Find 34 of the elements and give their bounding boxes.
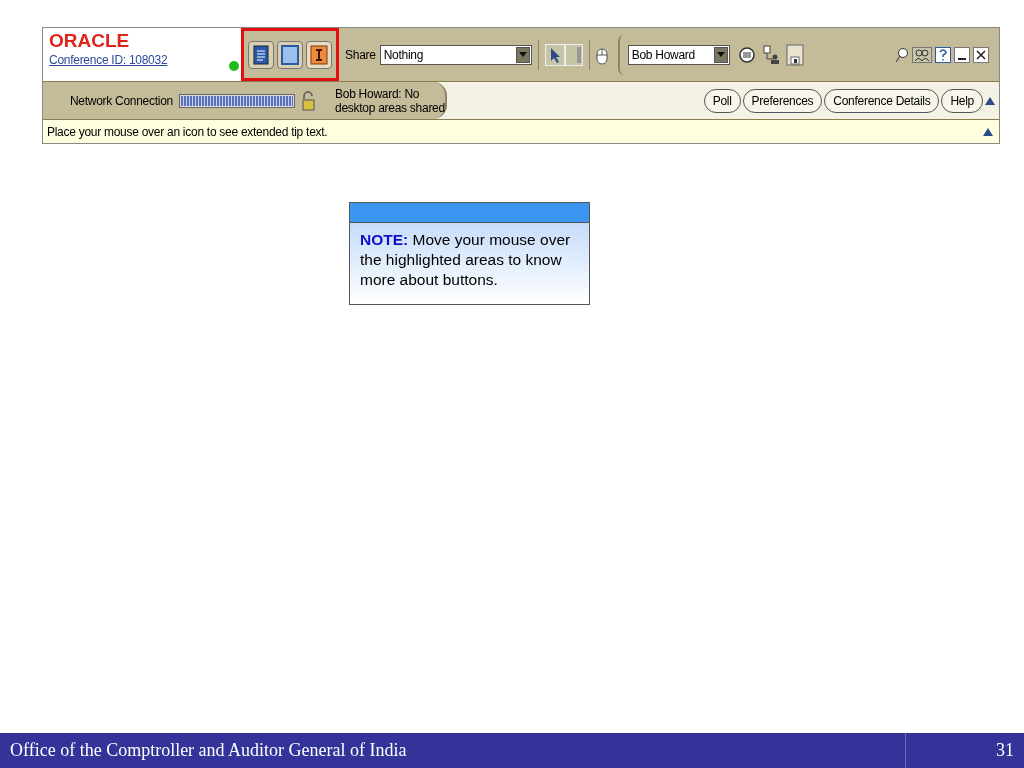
window-icon[interactable]: [277, 40, 303, 69]
toolbar-button[interactable]: Help: [941, 88, 983, 113]
close-icon[interactable]: [973, 46, 989, 63]
conference-id-link[interactable]: Conference ID: 108032: [49, 51, 168, 69]
network-user-icon[interactable]: [761, 44, 780, 65]
help-icon[interactable]: [935, 46, 951, 63]
text-cursor-icon[interactable]: [306, 40, 332, 69]
toolbar-button[interactable]: Conference Details: [824, 88, 940, 113]
toolbar-button[interactable]: Preferences: [742, 88, 823, 113]
toolbar-button[interactable]: Poll: [703, 88, 741, 113]
network-connection-label: Network Connection: [69, 92, 173, 110]
document-icon[interactable]: [248, 40, 274, 69]
collapse-arrow-icon[interactable]: [985, 96, 995, 105]
save-icon[interactable]: [785, 43, 804, 66]
people-icon[interactable]: [912, 46, 932, 63]
share-label: Share: [345, 46, 376, 64]
oracle-logo: ORACLE: [49, 31, 130, 51]
page-number: 31: [995, 739, 1015, 762]
sharing-status-text: Bob Howard: No desktop areas shared: [335, 86, 445, 115]
dropdown-button[interactable]: [515, 46, 530, 63]
note-text: NOTE: Move your mouse over the highlighted areas to know more about buttons.: [359, 230, 572, 290]
caret-icon: [716, 52, 725, 57]
share-value: Nothing: [383, 46, 424, 64]
expand-arrow-icon[interactable]: [983, 127, 993, 136]
minimize-icon[interactable]: [954, 46, 970, 63]
caret-icon: [518, 52, 527, 57]
dropdown-button[interactable]: [713, 46, 728, 63]
lock-icon[interactable]: [301, 90, 315, 111]
presenter-dropdown[interactable]: Bob Howard: [627, 44, 730, 65]
pointer-icon[interactable]: [544, 43, 565, 66]
share-dropdown[interactable]: Nothing: [379, 44, 532, 65]
tip-text: Place your mouse over an icon to see extended tip text.: [47, 123, 328, 141]
presenter-value: Bob Howard: [631, 46, 695, 64]
footer-organization: Office of the Comptroller and Auditor General of India: [9, 739, 408, 762]
